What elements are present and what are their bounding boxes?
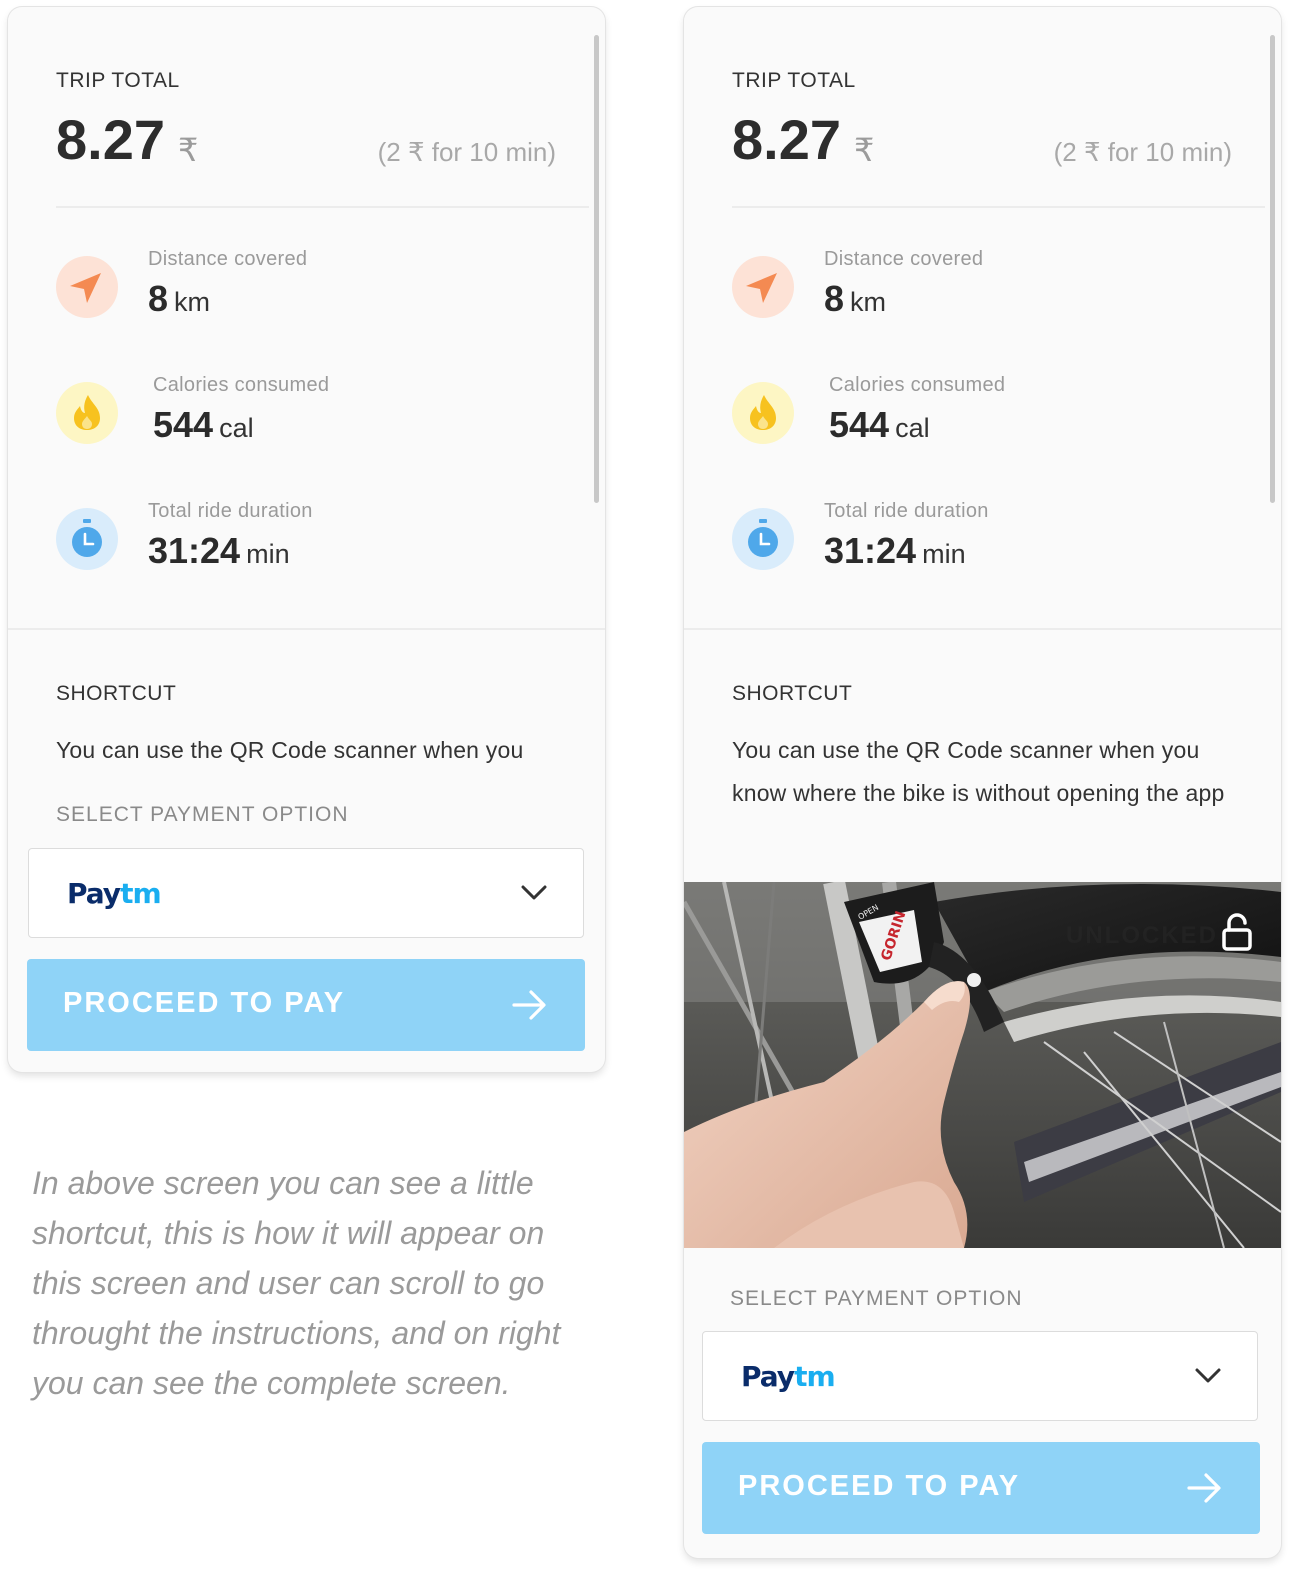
- stat-unit: min: [246, 539, 290, 569]
- shortcut-text: You can use the QR Code scanner when you: [56, 737, 524, 763]
- stat-number: 544: [829, 404, 890, 445]
- unlock-icon: [1222, 913, 1252, 951]
- shortcut-text: You can use the QR Code scanner when you…: [732, 737, 1225, 806]
- stat-duration: Total ride duration 31:24 min: [56, 500, 556, 588]
- stat-unit: cal: [219, 413, 254, 443]
- stat-unit: km: [174, 287, 211, 317]
- stat-number: 31:24: [148, 530, 241, 571]
- scrollbar[interactable]: [1270, 35, 1275, 503]
- unlocked-overlay-text: UNLOCKED: [1066, 922, 1218, 949]
- shortcut-label: SHORTCUT: [56, 682, 177, 705]
- paytm-logo: Paytm: [67, 877, 162, 910]
- bike-lock-photo: GORIN OPEN UNLOCKED: [684, 882, 1281, 1248]
- payment-select[interactable]: Paytm: [28, 848, 584, 938]
- flame-icon: [56, 382, 118, 444]
- caption-text: In above screen you can see a little sho…: [32, 1165, 561, 1401]
- navigation-arrow-icon: [56, 256, 118, 318]
- trip-total-value: 8.27: [56, 108, 165, 171]
- stat-calories: Calories consumed 544 cal: [56, 374, 556, 462]
- trip-total-value: 8.27: [732, 108, 841, 171]
- chevron-down-icon: [1195, 1368, 1221, 1383]
- stat-value: 8 km: [824, 278, 886, 320]
- shortcut-label: SHORTCUT: [732, 682, 853, 705]
- stat-unit: min: [922, 539, 966, 569]
- paytm-logo-pay: Pay: [741, 1360, 795, 1393]
- stat-label: Calories consumed: [829, 374, 1006, 396]
- stat-calories: Calories consumed 544 cal: [732, 374, 1232, 462]
- trip-total-label: TRIP TOTAL: [56, 69, 180, 92]
- proceed-label: PROCEED TO PAY: [738, 1470, 1021, 1502]
- stat-value: 31:24 min: [824, 530, 966, 572]
- paytm-logo-tm: tm: [120, 877, 162, 910]
- stat-value: 8 km: [148, 278, 210, 320]
- stat-number: 31:24: [824, 530, 917, 571]
- payment-select[interactable]: Paytm: [702, 1331, 1258, 1421]
- trip-total-row: 8.27 ₹ (2 ₹ for 10 min): [732, 107, 1232, 187]
- stat-value: 544 cal: [153, 404, 254, 446]
- stat-number: 8: [824, 278, 845, 319]
- navigation-arrow-icon: [732, 256, 794, 318]
- stat-label: Total ride duration: [824, 500, 989, 522]
- payment-label: SELECT PAYMENT OPTION: [56, 803, 349, 826]
- stat-value: 544 cal: [829, 404, 930, 446]
- stopwatch-icon: [56, 508, 118, 570]
- stat-label: Total ride duration: [148, 500, 313, 522]
- paytm-logo: Paytm: [741, 1360, 836, 1393]
- trip-total-row: 8.27 ₹ (2 ₹ for 10 min): [56, 107, 556, 187]
- divider: [732, 206, 1265, 208]
- currency-symbol: ₹: [854, 132, 875, 168]
- stat-unit: km: [850, 287, 887, 317]
- rate-text: (2 ₹ for 10 min): [1053, 137, 1232, 167]
- proceed-to-pay-button[interactable]: PROCEED TO PAY: [702, 1442, 1260, 1534]
- proceed-label: PROCEED TO PAY: [63, 987, 346, 1019]
- stat-label: Distance covered: [824, 248, 984, 270]
- stat-label: Distance covered: [148, 248, 308, 270]
- stat-number: 8: [148, 278, 169, 319]
- rate-text: (2 ₹ for 10 min): [377, 137, 556, 167]
- stat-number: 544: [153, 404, 214, 445]
- section-divider: [684, 628, 1281, 630]
- arrow-right-icon: [512, 990, 546, 1020]
- stat-value: 31:24 min: [148, 530, 290, 572]
- scroll-fade: [8, 773, 605, 793]
- trip-total-label: TRIP TOTAL: [732, 69, 856, 92]
- stat-distance: Distance covered 8 km: [56, 248, 556, 336]
- scrollbar[interactable]: [594, 35, 599, 503]
- flame-icon: [732, 382, 794, 444]
- section-divider: [8, 628, 605, 630]
- currency-symbol: ₹: [178, 132, 199, 168]
- arrow-right-icon: [1187, 1473, 1221, 1503]
- payment-label: SELECT PAYMENT OPTION: [730, 1287, 1023, 1310]
- left-screen-card: TRIP TOTAL 8.27 ₹ (2 ₹ for 10 min) Dista…: [8, 7, 605, 1072]
- divider: [56, 206, 589, 208]
- stat-unit: cal: [895, 413, 930, 443]
- stat-duration: Total ride duration 31:24 min: [732, 500, 1232, 588]
- paytm-logo-tm: tm: [794, 1360, 836, 1393]
- stat-label: Calories consumed: [153, 374, 330, 396]
- paytm-logo-pay: Pay: [67, 877, 121, 910]
- stat-distance: Distance covered 8 km: [732, 248, 1232, 336]
- proceed-to-pay-button[interactable]: PROCEED TO PAY: [27, 959, 585, 1051]
- chevron-down-icon: [521, 885, 547, 900]
- right-screen-card: TRIP TOTAL 8.27 ₹ (2 ₹ for 10 min) Dista…: [684, 7, 1281, 1558]
- stopwatch-icon: [732, 508, 794, 570]
